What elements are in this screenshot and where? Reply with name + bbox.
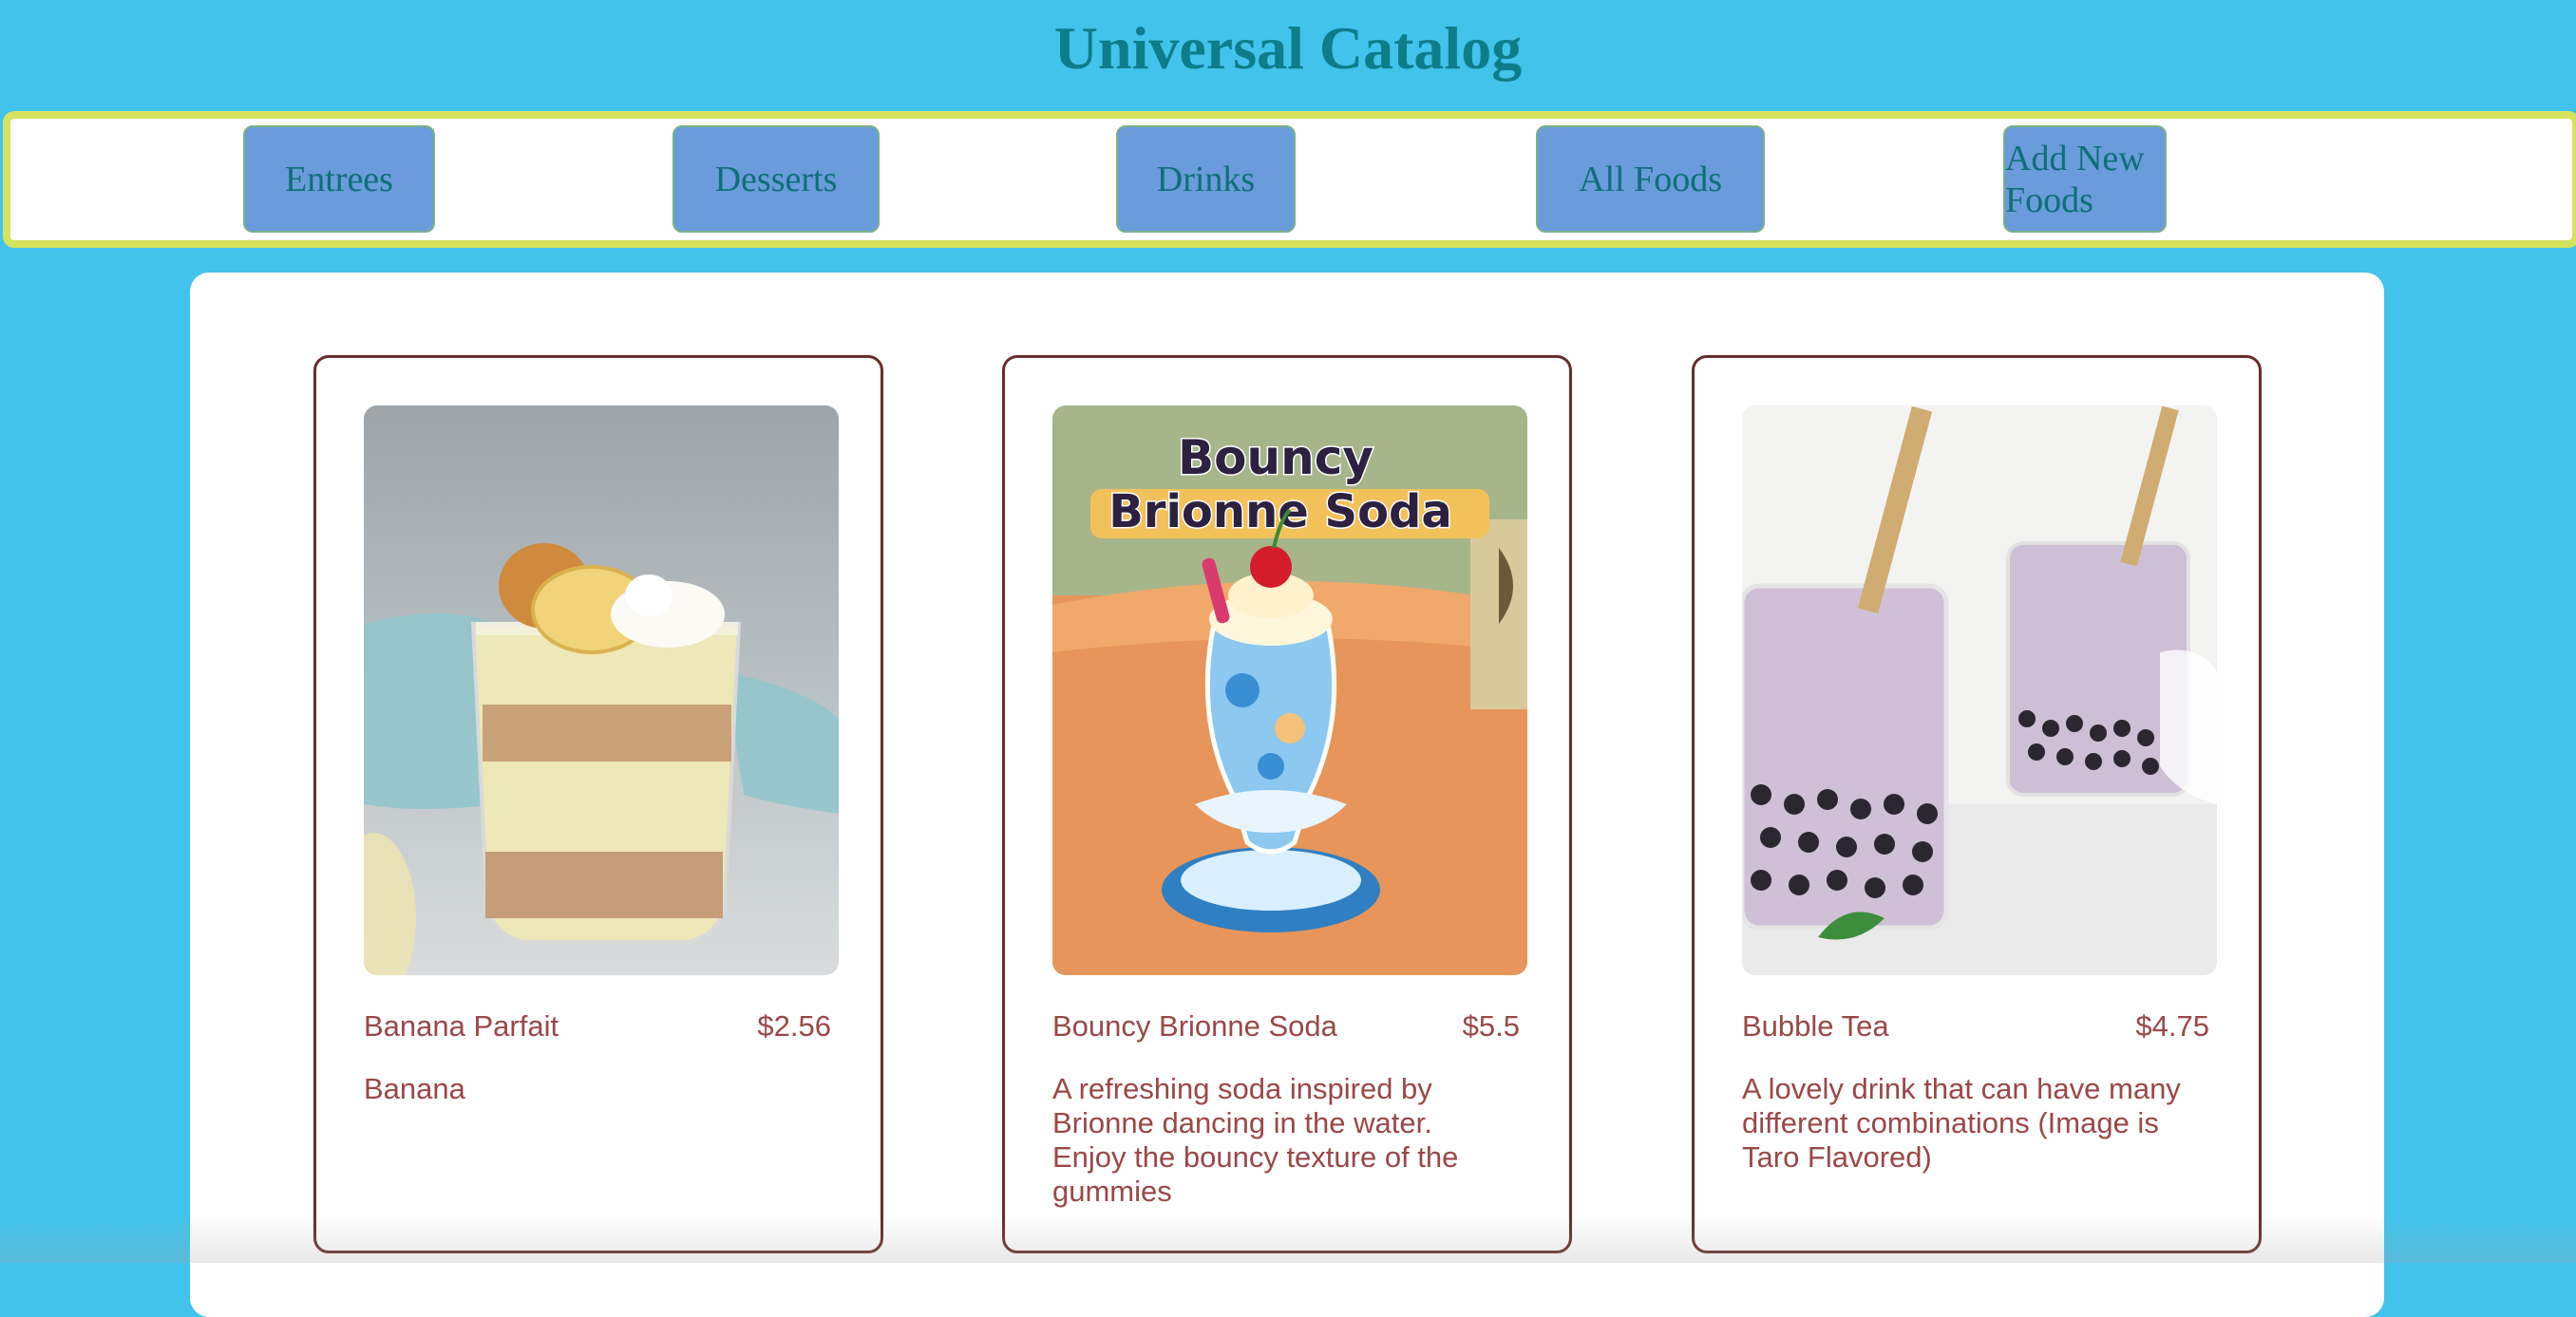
- bubble-tea-image[interactable]: [1742, 405, 2217, 975]
- product-price: $4.75: [2135, 1009, 2209, 1043]
- nav-button-drinks[interactable]: Drinks: [1116, 125, 1296, 233]
- product-price: $5.5: [1462, 1009, 1520, 1043]
- soda-image-caption-line1: Bouncy: [1178, 430, 1373, 485]
- product-panel: Banana Parfait $2.56 Banana Bouncy Brion…: [190, 273, 2384, 1317]
- product-card-bouncy-brionne-soda[interactable]: Bouncy Brionne Soda Bouncy Brionne Soda: [1002, 355, 1572, 1253]
- product-description: Banana: [364, 1072, 465, 1105]
- nav-button-all-foods[interactable]: All Foods: [1536, 125, 1765, 233]
- product-price: $2.56: [757, 1009, 831, 1043]
- nav-button-entrees[interactable]: Entrees: [243, 125, 435, 233]
- product-description: A refreshing soda inspired by Brionne da…: [1052, 1072, 1459, 1208]
- category-nav: Entrees Desserts Drinks All Foods Add Ne…: [3, 111, 2576, 248]
- product-card-banana-parfait[interactable]: Banana Parfait $2.56 Banana: [313, 355, 883, 1253]
- banana-parfait-image[interactable]: [364, 405, 839, 975]
- product-name: Bubble Tea: [1742, 1009, 1889, 1043]
- bouncy-brionne-soda-image[interactable]: Bouncy Brionne Soda: [1052, 405, 1527, 975]
- product-card-bubble-tea[interactable]: Bubble Tea $4.75 A lovely drink that can…: [1692, 355, 2262, 1253]
- product-name: Banana Parfait: [364, 1009, 559, 1043]
- product-name: Bouncy Brionne Soda: [1052, 1009, 1337, 1043]
- page-title: Universal Catalog: [1053, 14, 1523, 82]
- nav-button-add-new-foods[interactable]: Add New Foods: [2003, 125, 2167, 233]
- nav-button-desserts[interactable]: Desserts: [672, 125, 880, 233]
- product-description: A lovely drink that can have many differ…: [1742, 1072, 2181, 1174]
